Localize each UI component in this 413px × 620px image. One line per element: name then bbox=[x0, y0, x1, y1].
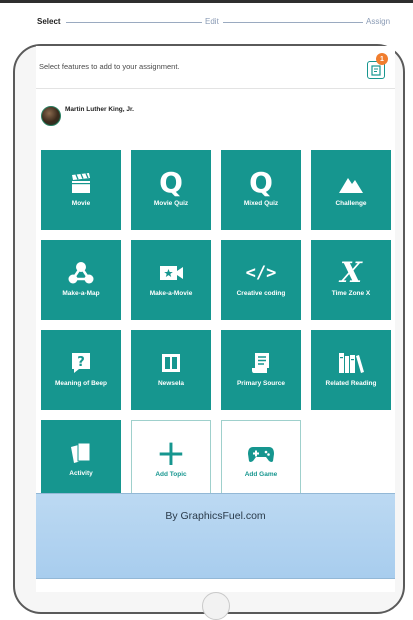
watermark-text: By GraphicsFuel.com bbox=[165, 510, 266, 522]
book-icon bbox=[160, 348, 182, 378]
tile-label: Newsela bbox=[157, 380, 185, 387]
plus-icon: + bbox=[155, 433, 187, 474]
clapperboard-icon bbox=[69, 168, 93, 198]
tile-movie-quiz[interactable]: Q Movie Quiz bbox=[131, 150, 211, 230]
q-icon: Q bbox=[249, 166, 273, 199]
tile-label: Mixed Quiz bbox=[243, 200, 279, 207]
tile-label: Related Reading bbox=[325, 380, 377, 387]
tile-newsela[interactable]: Newsela bbox=[131, 330, 211, 410]
tile-label: Creative coding bbox=[236, 290, 286, 297]
person-name: Martin Luther King, Jr. bbox=[65, 106, 134, 113]
tablet-frame: Select features to add to your assignmen… bbox=[13, 44, 405, 620]
tile-label: Time Zone X bbox=[331, 290, 371, 297]
tile-meaning-of-beep[interactable]: ? Meaning of Beep bbox=[41, 330, 121, 410]
tile-label: Movie Quiz bbox=[153, 200, 189, 207]
tile-label: Primary Source bbox=[236, 380, 286, 387]
step-assign[interactable]: Assign bbox=[366, 17, 390, 27]
step-line bbox=[66, 22, 202, 23]
tile-time-zone-x[interactable]: X Time Zone X bbox=[311, 240, 391, 320]
instructions-text: Select features to add to your assignmen… bbox=[39, 62, 180, 71]
cards-icon bbox=[68, 438, 94, 468]
divider bbox=[36, 88, 395, 89]
tile-label: Meaning of Beep bbox=[54, 380, 107, 387]
q-icon: Q bbox=[159, 166, 183, 199]
gamepad-icon bbox=[247, 439, 275, 469]
tile-mixed-quiz[interactable]: Q Mixed Quiz bbox=[221, 150, 301, 230]
video-camera-star-icon bbox=[158, 258, 184, 288]
tile-creative-coding[interactable]: </> Creative coding bbox=[221, 240, 301, 320]
tile-label: Challenge bbox=[335, 200, 367, 207]
tile-add-topic[interactable]: + Add Topic bbox=[131, 420, 211, 500]
tile-challenge[interactable]: Challenge bbox=[311, 150, 391, 230]
edit-note-icon bbox=[370, 64, 381, 76]
scroll-icon bbox=[250, 348, 272, 378]
x-letter-icon: X bbox=[340, 256, 362, 289]
question-bubble-icon: ? bbox=[70, 348, 92, 378]
tile-label: Make-a-Movie bbox=[149, 290, 193, 297]
svg-text:?: ? bbox=[77, 355, 85, 370]
step-line bbox=[223, 22, 363, 23]
home-button[interactable] bbox=[202, 592, 230, 620]
person-card[interactable]: Martin Luther King, Jr. bbox=[41, 104, 161, 134]
tile-label: Add Game bbox=[244, 471, 278, 478]
tile-label: Movie bbox=[71, 200, 91, 207]
code-brackets-icon: </> bbox=[245, 263, 277, 283]
tile-activity[interactable]: Activity bbox=[41, 420, 121, 500]
watermark-banner: By GraphicsFuel.com bbox=[36, 493, 395, 579]
tile-primary-source[interactable]: Primary Source bbox=[221, 330, 301, 410]
network-nodes-icon bbox=[68, 258, 94, 288]
step-select[interactable]: Select bbox=[37, 17, 61, 27]
tile-label: Add Topic bbox=[155, 471, 187, 478]
tile-make-a-map[interactable]: Make-a-Map bbox=[41, 240, 121, 320]
tablet-screen: Select features to add to your assignmen… bbox=[36, 46, 395, 592]
tile-label: Make-a-Map bbox=[62, 290, 100, 297]
tile-add-game[interactable]: Add Game bbox=[221, 420, 301, 500]
step-progress: Select Edit Assign bbox=[0, 0, 413, 34]
mountain-icon bbox=[338, 168, 364, 198]
tile-label: Activity bbox=[69, 470, 93, 477]
tile-movie[interactable]: Movie bbox=[41, 150, 121, 230]
bookshelf-icon bbox=[337, 348, 365, 378]
notification-badge: 1 bbox=[376, 53, 388, 65]
tile-related-reading[interactable]: Related Reading bbox=[311, 330, 391, 410]
step-edit[interactable]: Edit bbox=[205, 17, 219, 27]
tile-make-a-movie[interactable]: Make-a-Movie bbox=[131, 240, 211, 320]
avatar bbox=[41, 106, 61, 126]
